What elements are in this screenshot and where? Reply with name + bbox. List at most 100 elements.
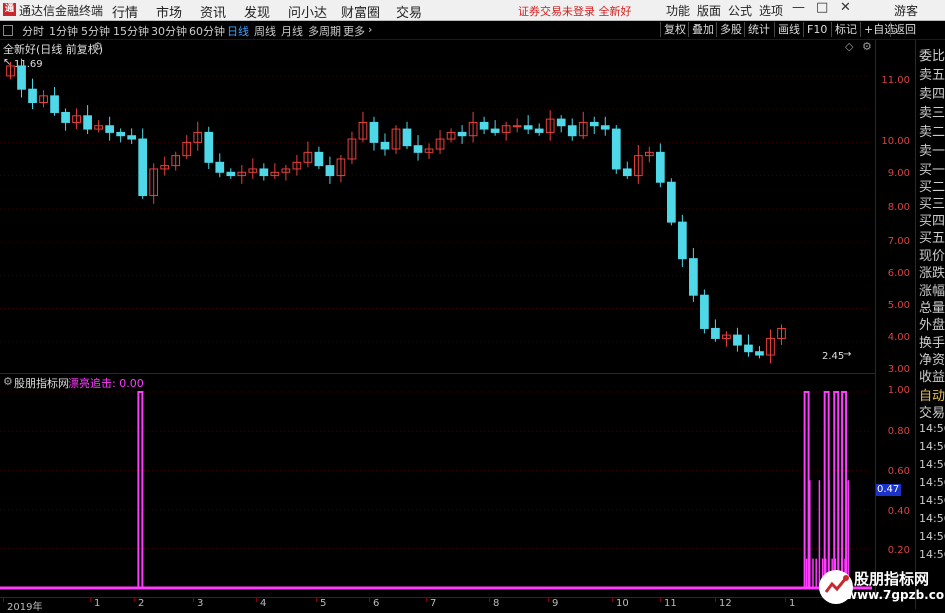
draw-button[interactable]: 画线 <box>774 22 803 37</box>
menu-ask[interactable]: 问小达 <box>288 2 327 21</box>
f10-button[interactable]: F10 <box>803 22 830 37</box>
x-tick <box>612 598 613 602</box>
period-daily[interactable]: 日线 <box>227 23 249 39</box>
price-axis: 11.00 10.00 9.00 8.00 7.00 6.00 5.00 4.0… <box>875 40 916 597</box>
y-tick: 7.00 <box>887 236 910 247</box>
menu-market[interactable]: 市场 <box>156 2 182 21</box>
menu-quotes[interactable]: 行情 <box>112 2 138 21</box>
menu-formula[interactable]: 公式 <box>728 2 752 19</box>
trade-label[interactable]: 交易 <box>919 402 945 421</box>
period-5min[interactable]: 5分钟 <box>81 23 110 39</box>
period-toolbar: 分时 1分钟 5分钟 15分钟 30分钟 60分钟 日线 周线 月线 多周期 更… <box>0 21 945 40</box>
x-tick-label: 7 <box>430 598 437 609</box>
menu-functions[interactable]: 功能 <box>666 2 690 19</box>
period-1min[interactable]: 1分钟 <box>49 23 78 39</box>
sidebar-item: 卖二 <box>919 125 945 140</box>
candle-body <box>28 88 37 103</box>
candle-body <box>457 131 467 137</box>
panel-toggle-icon[interactable] <box>3 25 13 36</box>
period-weekly[interactable]: 周线 <box>254 23 276 39</box>
watermark-line2: www.7gpzb.com <box>846 588 945 602</box>
candle-body <box>512 125 522 128</box>
candle-body <box>380 141 390 150</box>
candle-body <box>17 65 26 90</box>
x-tick-label: 1 <box>789 598 796 609</box>
x-tick-label: 10 <box>616 598 629 609</box>
current-value-badge: 0.47 <box>876 484 901 496</box>
minimize-icon[interactable]: — <box>792 0 805 15</box>
x-tick-label: 11 <box>664 598 677 609</box>
trade-time: 14:56 <box>919 548 945 561</box>
candle-body <box>600 125 610 130</box>
candle-body <box>700 294 709 329</box>
candle-body <box>61 111 70 123</box>
y-tick: 3.00 <box>887 364 910 375</box>
candle-body <box>50 95 59 113</box>
quote-sidebar: 委比 卖五 卖四 卖三 卖二 卖一 买一 买二 买三 买四 买五 现价 涨跌 涨… <box>915 40 945 609</box>
candle-body <box>259 168 269 177</box>
x-tick-label: 3 <box>197 598 204 609</box>
ind-y-tick: 0.60 <box>887 466 910 477</box>
candle-body <box>215 161 225 173</box>
ind-y-tick: 0.80 <box>887 426 910 437</box>
candle-body <box>83 115 92 130</box>
stats-button[interactable]: 统计 <box>744 22 773 37</box>
close-icon[interactable]: ✕ <box>840 0 851 15</box>
candle-body <box>127 135 137 140</box>
guest-label[interactable]: 游客 <box>894 2 918 19</box>
x-tick <box>3 598 4 602</box>
date-axis: 2019年 1 2 3 4 5 6 7 8 9 10 11 12 1 <box>0 597 915 613</box>
menu-discover[interactable]: 发现 <box>244 2 270 21</box>
candle-body <box>105 125 114 133</box>
menu-wealth[interactable]: 财富圈 <box>341 2 380 21</box>
indicator-svg <box>0 391 872 590</box>
y-tick: 6.00 <box>887 268 910 279</box>
x-tick <box>660 598 661 602</box>
candle-body <box>314 151 324 167</box>
candle-body <box>534 128 544 133</box>
maximize-icon[interactable]: □ <box>816 0 828 15</box>
multi-stock-button[interactable]: 多股 <box>716 22 745 37</box>
menu-options[interactable]: 选项 <box>759 2 783 19</box>
indicator-panel[interactable]: ⚙ 股朋指标网 漂亮追击: 0.00 <box>0 373 875 598</box>
candle-body <box>413 145 423 153</box>
candle-body <box>402 128 412 147</box>
menu-news[interactable]: 资讯 <box>200 2 226 21</box>
candle-body <box>479 121 489 130</box>
x-tick-label: 2019年 <box>7 602 43 613</box>
trade-time: 14:56 <box>919 440 945 453</box>
candle-body <box>711 327 720 339</box>
menu-layout[interactable]: 版面 <box>697 2 721 19</box>
x-tick-label: 2 <box>138 598 145 609</box>
period-monthly[interactable]: 月线 <box>281 23 303 39</box>
trade-time: 14:56 <box>919 512 945 525</box>
menu-trade[interactable]: 交易 <box>396 2 422 21</box>
period-60min[interactable]: 60分钟 <box>189 23 225 39</box>
period-tick[interactable]: 分时 <box>22 23 44 39</box>
period-30min[interactable]: 30分钟 <box>151 23 187 39</box>
candle-body <box>567 125 577 137</box>
watermark-line1: 股朋指标网 <box>854 570 930 588</box>
period-multi[interactable]: 多周期 <box>308 23 341 39</box>
period-more[interactable]: 更多 <box>343 23 365 39</box>
adjust-button[interactable]: 复权 <box>660 22 689 37</box>
candle-body <box>611 128 621 170</box>
mark-button[interactable]: 标记 <box>831 22 860 37</box>
y-tick: 4.00 <box>887 332 910 343</box>
app-logo-icon: 通 <box>3 3 16 16</box>
y-tick: 9.00 <box>887 168 910 179</box>
trade-time: 14:56 <box>919 494 945 507</box>
sidebar-item: 卖一 <box>919 144 945 159</box>
candle-body <box>204 131 214 163</box>
ind-signal-bar <box>137 391 144 589</box>
ind-y-tick: 0.40 <box>887 506 910 517</box>
y-tick: 5.00 <box>887 300 910 311</box>
overlay-button[interactable]: 叠加 <box>688 22 717 37</box>
candle-body <box>744 344 753 353</box>
candlestick-panel[interactable]: 全新好(日线 前复权) ⚙ ◇ ⚙ ↖ 11.69 2.45 → <box>0 40 875 373</box>
period-15min[interactable]: 15分钟 <box>113 23 149 39</box>
chevron-right-icon[interactable]: › <box>368 23 372 36</box>
login-warning[interactable]: 证券交易未登录 全新好 <box>518 3 632 19</box>
back-button[interactable]: 返回 <box>890 22 919 37</box>
candle-body <box>589 121 599 127</box>
